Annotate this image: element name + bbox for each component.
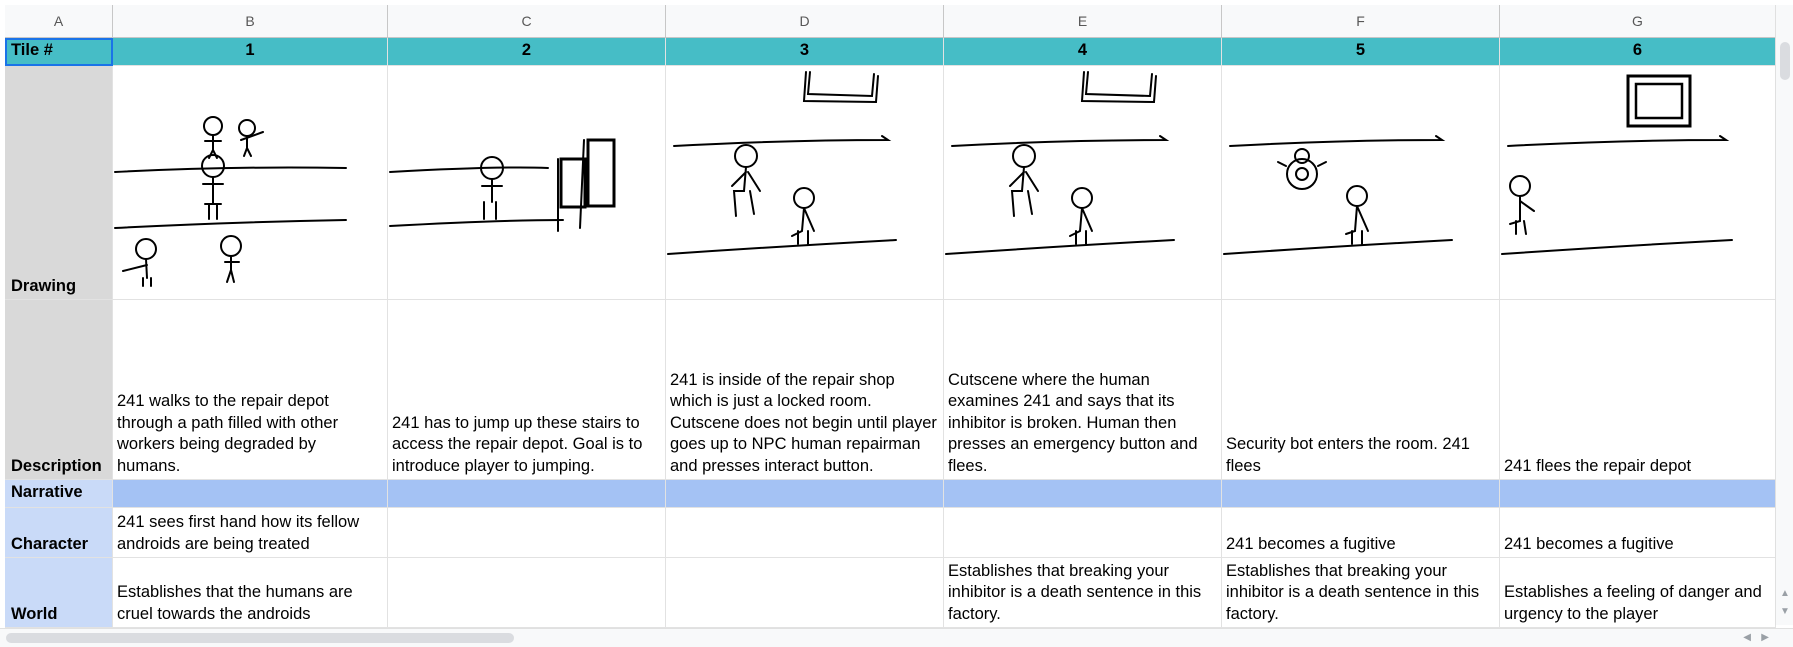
scroll-right-arrow-icon[interactable]: ▶ <box>1761 632 1769 643</box>
world-label-cell[interactable]: World <box>5 558 113 628</box>
drawing-cell[interactable] <box>388 66 666 300</box>
drawing-cell[interactable] <box>113 66 388 300</box>
drawing-cell[interactable] <box>1500 66 1776 300</box>
scroll-left-arrow-icon[interactable]: ◀ <box>1743 632 1751 643</box>
column-header-b[interactable]: B <box>113 5 388 38</box>
character-cell[interactable]: 241 becomes a fugitive <box>1222 508 1500 558</box>
column-header-g[interactable]: G <box>1500 5 1776 38</box>
scroll-down-arrow-icon[interactable]: ▼ <box>1780 606 1790 617</box>
column-header-d[interactable]: D <box>666 5 944 38</box>
narrative-label-cell[interactable]: Narrative <box>5 480 113 508</box>
column-header-a[interactable]: A <box>5 5 113 38</box>
world-cell[interactable]: Establishes that breaking your inhibitor… <box>1222 558 1500 628</box>
column-header-e[interactable]: E <box>944 5 1222 38</box>
narrative-cell[interactable] <box>1222 480 1500 508</box>
storyboard-sketch-4 <box>945 71 1175 255</box>
vertical-scrollbar[interactable]: ▲ ▼ <box>1775 5 1793 625</box>
description-cell[interactable]: Security bot enters the room. 241 flees <box>1222 300 1500 480</box>
world-cell[interactable] <box>666 558 944 628</box>
description-cell[interactable]: 241 walks to the repair depot through a … <box>113 300 388 480</box>
character-cell[interactable] <box>388 508 666 558</box>
tile-number-cell[interactable]: 5 <box>1222 38 1500 66</box>
narrative-cell[interactable] <box>1500 480 1776 508</box>
drawing-cell[interactable] <box>1222 66 1500 300</box>
scroll-up-arrow-icon[interactable]: ▲ <box>1780 588 1790 599</box>
world-cell[interactable] <box>388 558 666 628</box>
vertical-scroll-thumb[interactable] <box>1780 42 1790 80</box>
tile-number-cell[interactable]: 3 <box>666 38 944 66</box>
tile-number-cell[interactable]: 6 <box>1500 38 1776 66</box>
description-cell[interactable]: 241 flees the repair depot <box>1500 300 1776 480</box>
spreadsheet-grid: A B C D E F G Tile # 1 2 3 4 5 6 Drawing <box>0 0 1793 647</box>
world-cell[interactable]: Establishes that the humans are cruel to… <box>113 558 388 628</box>
character-cell[interactable]: 241 becomes a fugitive <box>1500 508 1776 558</box>
column-header-f[interactable]: F <box>1222 5 1500 38</box>
storyboard-sketch-1 <box>114 116 347 287</box>
character-label-cell[interactable]: Character <box>5 508 113 558</box>
tile-number-cell[interactable]: 1 <box>113 38 388 66</box>
storyboard-sketch-5 <box>1223 135 1453 255</box>
narrative-cell[interactable] <box>944 480 1222 508</box>
world-cell[interactable]: Establishes that breaking your inhibitor… <box>944 558 1222 628</box>
tile-number-cell[interactable]: 4 <box>944 38 1222 66</box>
narrative-cell[interactable] <box>666 480 944 508</box>
horizontal-scroll-thumb[interactable] <box>6 633 514 643</box>
drawing-cell[interactable] <box>944 66 1222 300</box>
character-cell[interactable]: 241 sees first hand how its fellow andro… <box>113 508 388 558</box>
tile-number-cell[interactable]: 2 <box>388 38 666 66</box>
narrative-cell[interactable] <box>113 480 388 508</box>
character-cell[interactable] <box>944 508 1222 558</box>
horizontal-scrollbar[interactable]: ◀ ▶ <box>0 628 1793 647</box>
description-cell[interactable]: 241 is inside of the repair shop which i… <box>666 300 944 480</box>
drawing-label-cell[interactable]: Drawing <box>5 66 113 300</box>
storyboard-sketch-2 <box>389 138 616 232</box>
tile-number-label-cell[interactable]: Tile # <box>5 38 113 66</box>
description-cell[interactable]: Cutscene where the human examines 241 an… <box>944 300 1222 480</box>
character-cell[interactable] <box>666 508 944 558</box>
storyboard-sketch-3 <box>667 71 897 255</box>
description-label-cell[interactable]: Description <box>5 300 113 480</box>
world-cell[interactable]: Establishes a feeling of danger and urge… <box>1500 558 1776 628</box>
drawing-cell[interactable] <box>666 66 944 300</box>
storyboard-sketch-6 <box>1501 74 1733 255</box>
description-cell[interactable]: 241 has to jump up these stairs to acces… <box>388 300 666 480</box>
narrative-cell[interactable] <box>388 480 666 508</box>
column-header-c[interactable]: C <box>388 5 666 38</box>
